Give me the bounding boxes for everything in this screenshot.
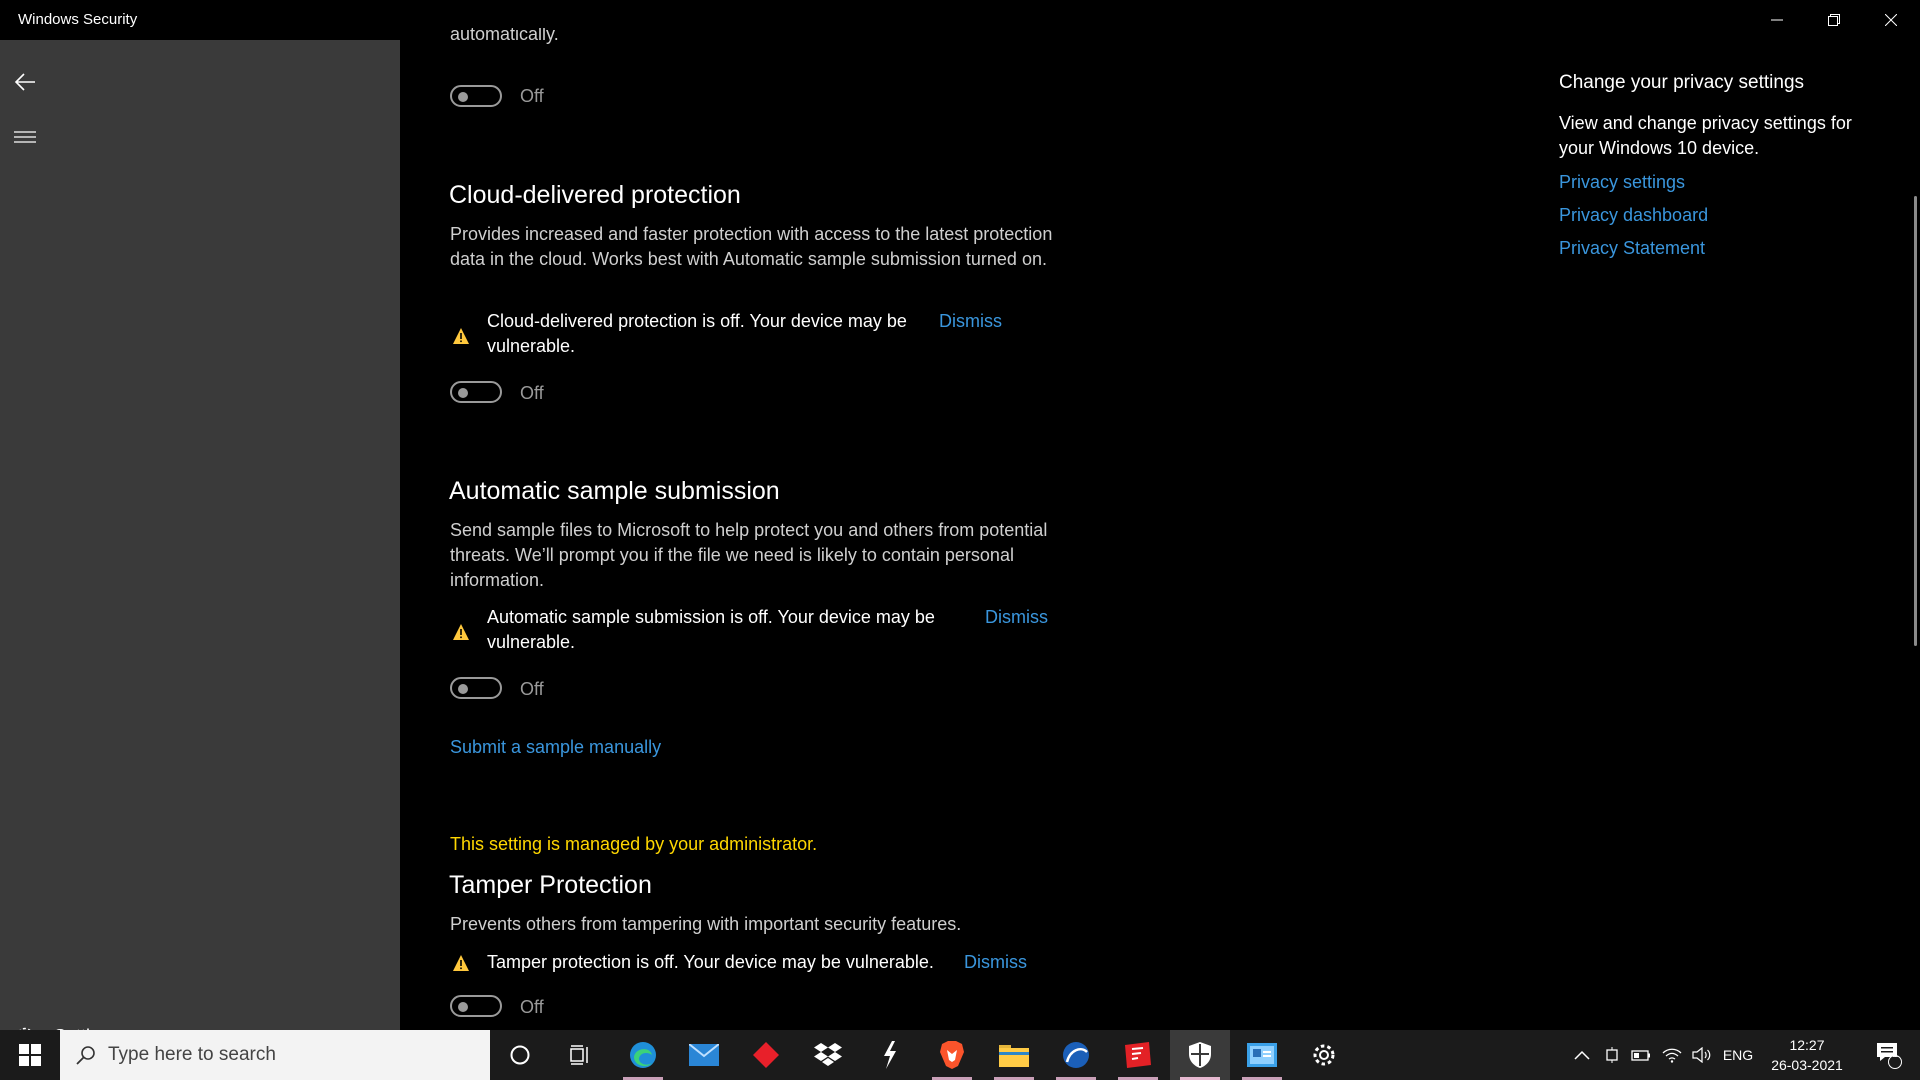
sample-submission-toggle[interactable] — [450, 677, 502, 699]
toggle-switch[interactable] — [450, 85, 502, 107]
warning-icon — [452, 954, 470, 972]
restore-icon — [1827, 14, 1840, 26]
privacy-dashboard-link[interactable]: Privacy dashboard — [1559, 205, 1708, 226]
clock-date: 26-03-2021 — [1771, 1057, 1843, 1073]
vertical-scrollbar[interactable] — [1914, 196, 1917, 646]
taskbar-app-settings[interactable] — [1294, 1030, 1354, 1080]
dropbox-icon — [814, 1043, 842, 1066]
taskbar-app-control-panel[interactable] — [1232, 1030, 1292, 1080]
taskbar-app-file-explorer[interactable] — [984, 1030, 1044, 1080]
search-placeholder: Type here to search — [108, 1044, 276, 1065]
section-title-cloud-protection: Cloud-delivered protection — [449, 181, 741, 209]
taskbar-app-brave[interactable] — [922, 1030, 982, 1080]
taskbar-app-bolt[interactable] — [860, 1030, 920, 1080]
device-icon — [1606, 1047, 1618, 1063]
gear-icon — [1313, 1044, 1335, 1066]
wifi-icon — [1662, 1048, 1682, 1063]
taskbar-app-pdf[interactable] — [1108, 1030, 1168, 1080]
close-button[interactable] — [1862, 0, 1919, 40]
control-panel-icon — [1247, 1043, 1277, 1067]
windows-logo-icon — [19, 1044, 41, 1066]
restore-button[interactable] — [1805, 0, 1862, 40]
privacy-heading: Change your privacy settings — [1559, 72, 1805, 93]
volume-button[interactable] — [1688, 1030, 1716, 1080]
section-description: Send sample files to Microsoft to help p… — [450, 520, 1048, 590]
taskbar-app-dropbox[interactable] — [798, 1030, 858, 1080]
cortana-icon — [510, 1045, 530, 1065]
taskbar-app-edge[interactable] — [613, 1030, 673, 1080]
language-indicator[interactable]: ENG — [1718, 1030, 1758, 1080]
dismiss-link[interactable]: Dismiss — [939, 311, 1002, 332]
section-title-tamper-protection: Tamper Protection — [449, 871, 652, 899]
blue-arc-browser-icon — [1063, 1042, 1089, 1068]
lightning-bolt-icon — [884, 1041, 896, 1069]
back-button[interactable] — [0, 59, 50, 105]
battery-button[interactable] — [1628, 1030, 1654, 1080]
section-title-sample-submission: Automatic sample submission — [449, 477, 780, 505]
tamper-protection-toggle[interactable] — [450, 995, 502, 1017]
folder-icon — [999, 1045, 1029, 1067]
warning-icon — [452, 623, 470, 641]
sidebar: Settings — [0, 40, 400, 1046]
clock-time: 12:27 — [1789, 1037, 1825, 1053]
warning-message: Automatic sample submission is off. Your… — [487, 605, 935, 655]
battery-icon — [1631, 1050, 1650, 1061]
admin-managed-note: This setting is managed by your administ… — [450, 834, 818, 854]
toggle-state-label: Off — [520, 86, 544, 106]
mail-icon — [689, 1044, 719, 1066]
brave-lion-icon — [940, 1041, 964, 1069]
app-title: Windows Security — [18, 11, 138, 28]
warning-text-line1: Automatic sample submission is off. Your… — [487, 607, 935, 627]
privacy-statement-link[interactable]: Privacy Statement — [1559, 238, 1705, 259]
red-diamond-app-icon — [753, 1042, 779, 1068]
warning-text-line2: vulnerable. — [487, 632, 576, 652]
toggle-state-label: Off — [520, 997, 544, 1017]
taskbar-app-browser[interactable] — [1046, 1030, 1106, 1080]
search-icon — [76, 1045, 96, 1065]
toggle-state-label: Off — [520, 679, 544, 699]
warning-text-line2: vulnerable. — [487, 336, 576, 356]
warning-icon — [452, 327, 470, 345]
notification-icon — [1877, 1043, 1902, 1069]
hamburger-menu-icon — [14, 131, 36, 143]
cloud-protection-toggle[interactable] — [450, 381, 502, 403]
clipped-description-fragment: automatically. — [450, 28, 559, 44]
submit-sample-link[interactable]: Submit a sample manually — [450, 737, 661, 758]
taskbar-app-red[interactable] — [736, 1030, 796, 1080]
cortana-button[interactable] — [490, 1030, 550, 1080]
taskbar-app-windows-security[interactable] — [1170, 1030, 1230, 1080]
network-button[interactable] — [1658, 1030, 1686, 1080]
taskbar: Type here to search ENG 12:27 26-03-2021… — [0, 1030, 1920, 1080]
warning-message: Tamper protection is off. Your device ma… — [487, 952, 934, 972]
minimize-icon — [1770, 19, 1783, 21]
task-view-icon — [570, 1045, 588, 1065]
close-icon — [1884, 14, 1897, 26]
edge-icon — [630, 1042, 656, 1068]
privacy-description: View and change privacy settings for you… — [1559, 113, 1852, 158]
task-view-button[interactable] — [550, 1030, 610, 1080]
show-hidden-icons-button[interactable] — [1570, 1030, 1594, 1080]
back-arrow-icon — [14, 73, 35, 91]
privacy-settings-link[interactable]: Privacy settings — [1559, 172, 1685, 193]
dismiss-link[interactable]: Dismiss — [964, 952, 1027, 973]
warning-message: Cloud-delivered protection is off. Your … — [487, 309, 907, 359]
taskbar-search-box[interactable]: Type here to search — [60, 1030, 490, 1080]
clock[interactable]: 12:27 26-03-2021 — [1762, 1035, 1852, 1075]
chevron-up-icon — [1574, 1050, 1590, 1060]
notification-badge: 1 — [1892, 1048, 1899, 1060]
menu-button[interactable] — [0, 114, 50, 160]
pdf-app-icon — [1125, 1042, 1151, 1068]
speaker-icon — [1692, 1047, 1711, 1063]
taskbar-app-mail[interactable] — [674, 1030, 734, 1080]
section-description: Prevents others from tampering with impo… — [450, 914, 962, 934]
action-center-button[interactable]: 1 — [1866, 1030, 1912, 1080]
shield-icon — [1189, 1042, 1211, 1068]
dismiss-link[interactable]: Dismiss — [985, 607, 1048, 628]
warning-text-line1: Cloud-delivered protection is off. Your … — [487, 311, 907, 331]
minimize-button[interactable] — [1748, 0, 1805, 40]
toggle-state-label: Off — [520, 383, 544, 403]
tray-device-button[interactable] — [1600, 1030, 1624, 1080]
section-description: Provides increased and faster protection… — [450, 224, 1053, 269]
start-button[interactable] — [0, 1030, 60, 1080]
